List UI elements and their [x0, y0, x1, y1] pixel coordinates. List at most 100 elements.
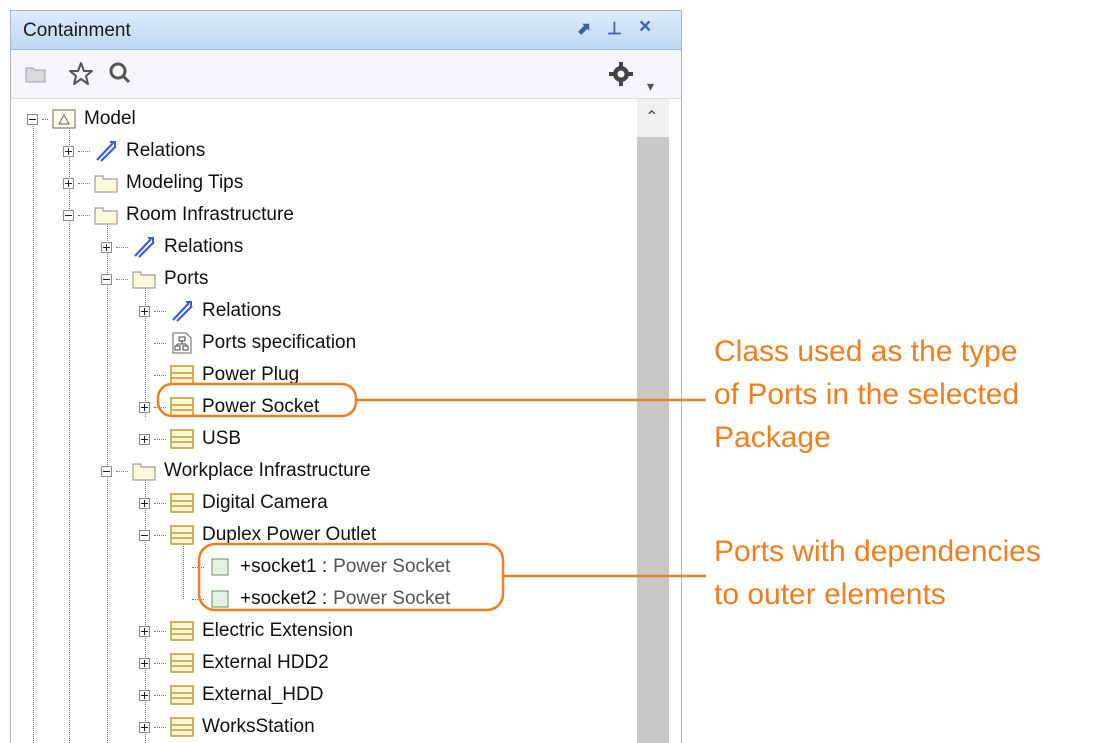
- tree-item-label: Workplace Infrastructure: [164, 460, 371, 481]
- relations-icon: [94, 140, 118, 162]
- ports-note-line: Ports with dependencies: [714, 535, 1041, 568]
- class-icon: [170, 684, 194, 706]
- collapse-icon[interactable]: [101, 273, 112, 285]
- package-icon: [94, 204, 118, 226]
- class-icon: [170, 492, 194, 514]
- expand-icon[interactable]: [139, 657, 150, 669]
- class-icon: [170, 396, 194, 418]
- class-note-line: of Ports in the selected: [714, 378, 1020, 411]
- tree-item-label: Power Plug: [202, 364, 300, 385]
- tree-item-label: Model: [84, 108, 136, 129]
- model-icon: [52, 108, 76, 130]
- tree-item-label: External_HDD: [202, 684, 324, 705]
- tree-item-external-hdd[interactable]: External_HDD: [139, 679, 323, 711]
- tree-item-power-socket[interactable]: Power Socket: [139, 391, 319, 423]
- tree-item-external-hdd2[interactable]: External HDD2: [139, 647, 329, 679]
- tree-item-label: Relations: [202, 300, 282, 321]
- tree-item-label: Modeling Tips: [126, 172, 244, 193]
- expand-icon[interactable]: [139, 497, 150, 509]
- tree-item-power-plug[interactable]: Power Plug: [154, 359, 299, 391]
- tree-item-label: Power Socket: [202, 396, 320, 417]
- tree-item-label: Electric Extension: [202, 620, 354, 641]
- class-icon: [170, 620, 194, 642]
- tree-item-socket1[interactable]: +socket1 : Power Socket: [192, 551, 450, 583]
- tree-item-label: Ports: [164, 268, 209, 289]
- tree-item-digital-camera[interactable]: Digital Camera: [139, 487, 328, 519]
- tree-item-ports[interactable]: Ports: [101, 263, 208, 295]
- vertical-scrollbar[interactable]: ⌃: [637, 99, 669, 743]
- tree-item-model[interactable]: Model: [27, 103, 136, 135]
- panel-titlebar: Containment ⬈ ⊥ ×: [11, 11, 681, 50]
- tree-item-label: Ports specification: [202, 332, 357, 353]
- scroll-up-icon[interactable]: ⌃: [645, 107, 658, 127]
- class-note-line: Class used as the type: [714, 335, 1018, 368]
- tree-item-label: Room Infrastructure: [126, 204, 294, 225]
- expand-icon[interactable]: [139, 433, 150, 445]
- tree-item-worksstation[interactable]: WorksStation: [139, 711, 315, 743]
- tree-item-electric-extension[interactable]: Electric Extension: [139, 615, 353, 647]
- star-icon[interactable]: [67, 60, 95, 93]
- dropdown-arrow-icon[interactable]: ▾: [647, 72, 654, 100]
- tree-item-label: WorksStation: [202, 716, 315, 737]
- panel-title: Containment: [23, 20, 131, 41]
- collapse-icon[interactable]: [27, 113, 38, 125]
- tree-item-duplex-power-outlet[interactable]: Duplex Power Outlet: [139, 519, 376, 551]
- package-icon: [132, 460, 156, 482]
- package-icon: [132, 268, 156, 290]
- class-icon: [170, 428, 194, 450]
- collapse-icon[interactable]: [63, 209, 74, 221]
- class-icon: [170, 524, 194, 546]
- tree-item-usb[interactable]: USB: [139, 423, 241, 455]
- tree-item-label: Relations: [164, 236, 244, 257]
- expand-icon[interactable]: [101, 241, 112, 253]
- port-icon: [208, 556, 232, 578]
- open-folder-icon[interactable]: [23, 60, 49, 91]
- scrollbar-thumb[interactable]: [637, 137, 669, 743]
- ports-note-line: to outer elements: [714, 578, 946, 611]
- class-note: Class used as the type of Ports in the s…: [714, 330, 1019, 459]
- containment-tree: Model Relations Modeling Tips Room Infra…: [11, 99, 681, 743]
- tree-item-label: Relations: [126, 140, 206, 161]
- search-icon[interactable]: [107, 60, 133, 91]
- collapse-icon[interactable]: [101, 465, 112, 477]
- relations-icon: [132, 236, 156, 258]
- tree-item-relations[interactable]: Relations: [63, 135, 205, 167]
- gear-icon[interactable]: [607, 60, 635, 93]
- containment-panel: Containment ⬈ ⊥ × ▾ Model Relations Mode…: [10, 10, 682, 743]
- expand-icon[interactable]: [139, 689, 150, 701]
- tree-item-modeling-tips[interactable]: Modeling Tips: [63, 167, 243, 199]
- tree-item-label: USB: [202, 428, 242, 449]
- class-note-line: Package: [714, 421, 831, 454]
- tree-item-ports-specification[interactable]: Ports specification: [154, 327, 356, 359]
- tree-item-type: Power Socket: [333, 556, 451, 577]
- diagram-icon: [170, 332, 194, 354]
- tree-item-workplace-infrastructure[interactable]: Workplace Infrastructure: [101, 455, 371, 487]
- tree-item-label: Digital Camera: [202, 492, 328, 513]
- relations-icon: [170, 300, 194, 322]
- expand-icon[interactable]: [139, 721, 150, 733]
- expand-icon[interactable]: [63, 177, 74, 189]
- tree-item-relations[interactable]: Relations: [139, 295, 281, 327]
- tree-item-label: +socket2 :: [240, 588, 328, 609]
- port-icon: [208, 588, 232, 610]
- tree-item-type: Power Socket: [333, 588, 451, 609]
- pin-icon[interactable]: ⊥: [607, 19, 622, 39]
- tree-item-label: Duplex Power Outlet: [202, 524, 377, 545]
- tree-item-label: +socket1 :: [240, 556, 328, 577]
- ports-note: Ports with dependencies to outer element…: [714, 530, 1041, 616]
- tree-item-label: External HDD2: [202, 652, 329, 673]
- expand-icon[interactable]: [139, 305, 150, 317]
- float-icon[interactable]: ⬈: [577, 19, 591, 39]
- close-icon[interactable]: ×: [639, 16, 651, 37]
- tree-item-room-infrastructure[interactable]: Room Infrastructure: [63, 199, 294, 231]
- expand-icon[interactable]: [139, 625, 150, 637]
- expand-icon[interactable]: [139, 401, 150, 413]
- expand-icon[interactable]: [63, 145, 74, 157]
- panel-toolbar: ▾: [11, 50, 681, 99]
- class-icon: [170, 716, 194, 738]
- tree-item-relations[interactable]: Relations: [101, 231, 243, 263]
- package-icon: [94, 172, 118, 194]
- tree-item-socket2[interactable]: +socket2 : Power Socket: [192, 583, 450, 615]
- collapse-icon[interactable]: [139, 529, 150, 541]
- class-icon: [170, 364, 194, 386]
